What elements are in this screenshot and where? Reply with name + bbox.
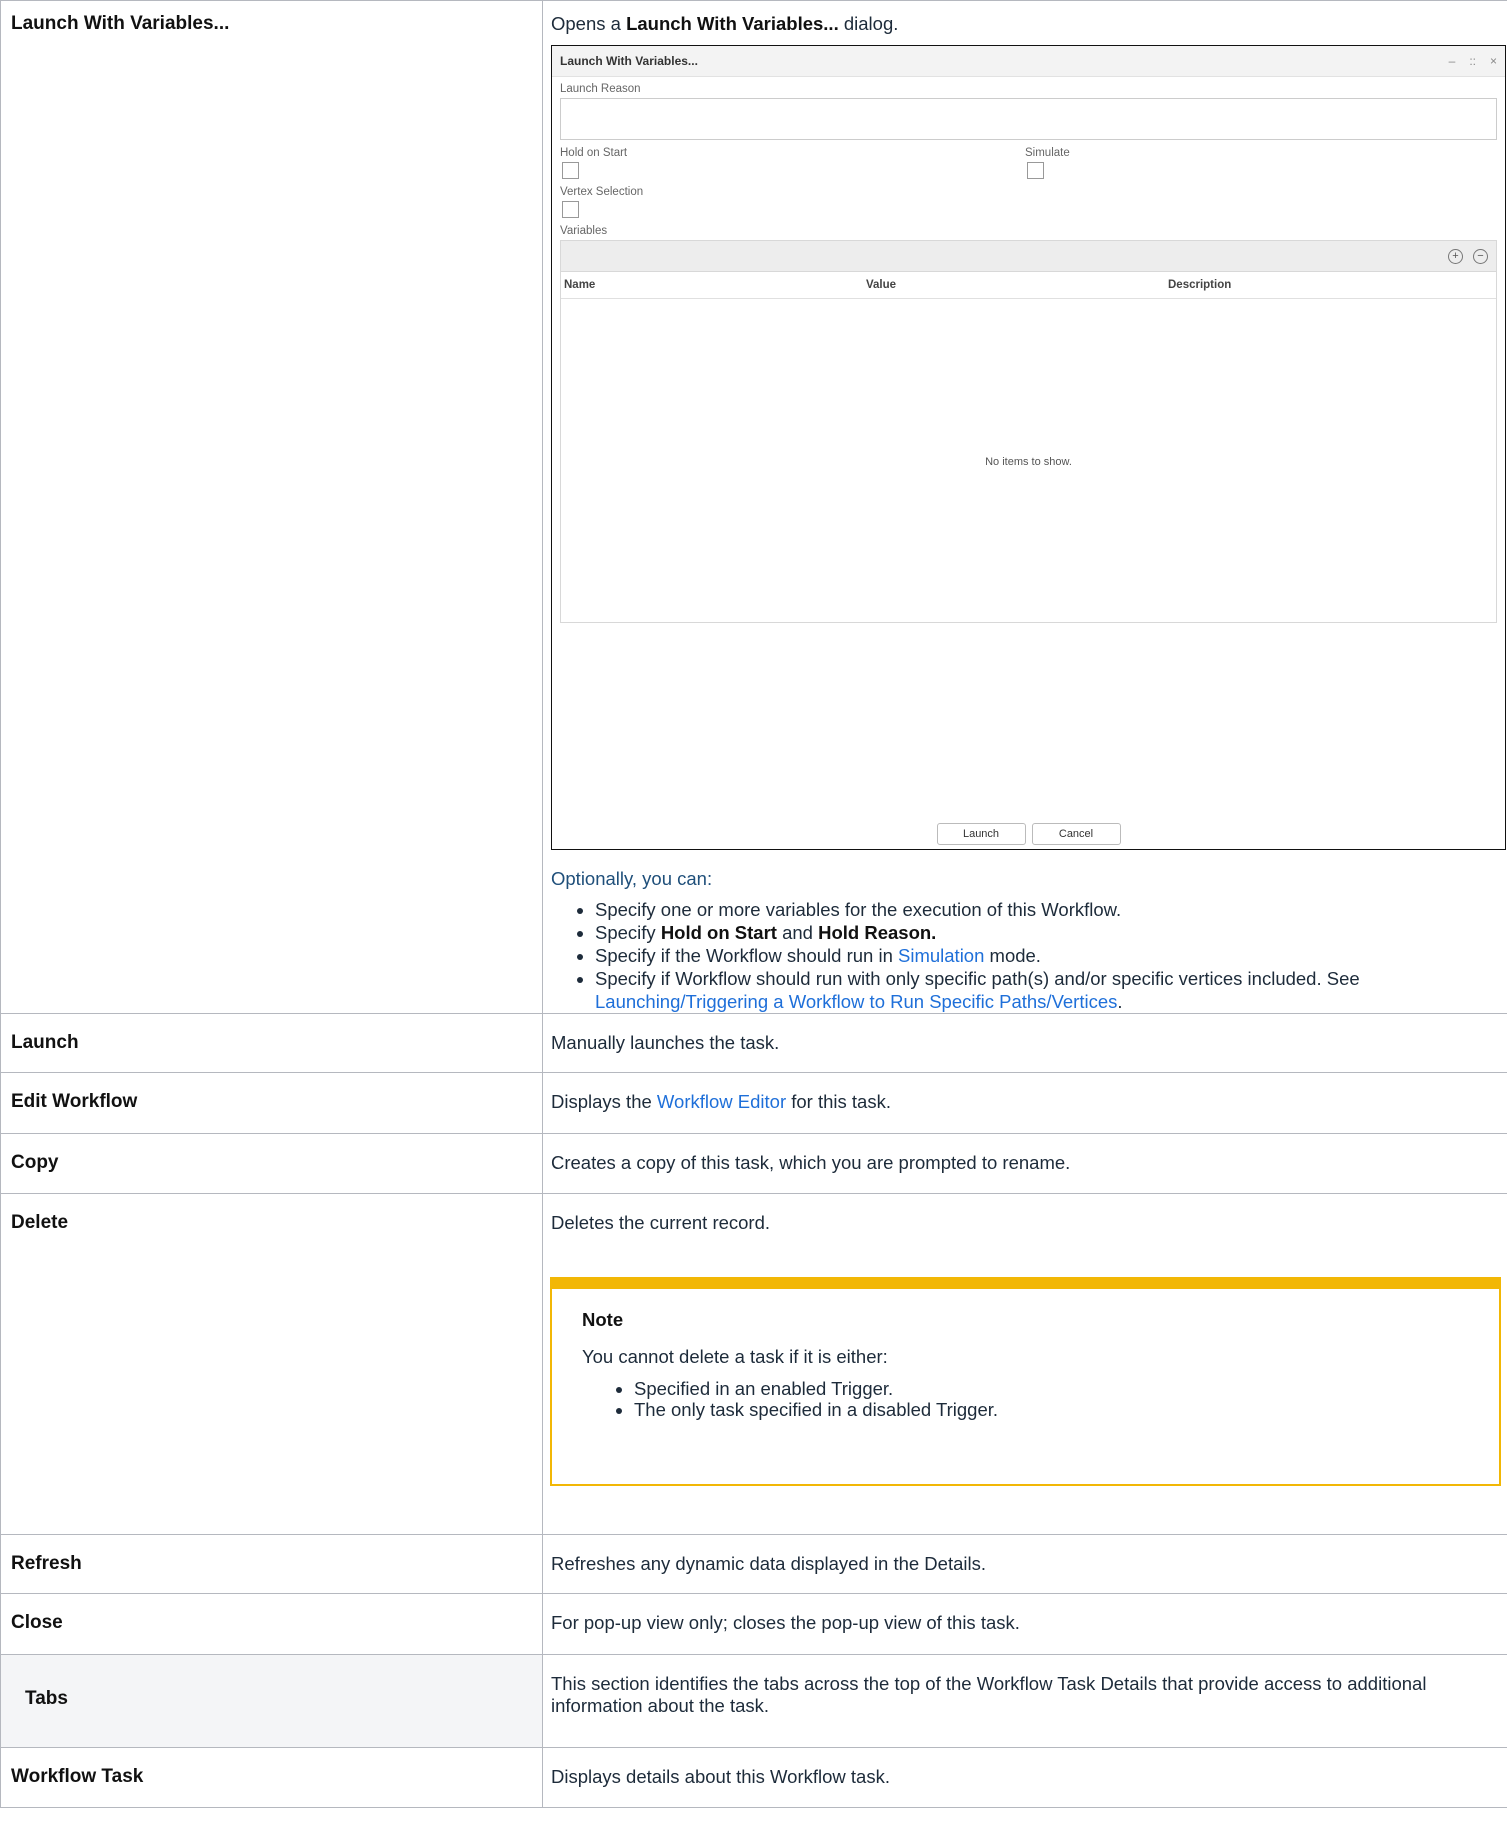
close-icon[interactable]: × bbox=[1490, 54, 1497, 68]
row-description: Displays details about this Workflow tas… bbox=[551, 1766, 890, 1787]
row-description: Opens a Launch With Variables... dialog. bbox=[551, 13, 899, 34]
row-description: For pop-up view only; closes the pop-up … bbox=[551, 1612, 1020, 1633]
column-header-description[interactable]: Description bbox=[1168, 279, 1496, 291]
list-item: Specified in an enabled Trigger. bbox=[634, 1378, 1469, 1399]
hold-on-start-label: Hold on Start bbox=[560, 147, 628, 159]
row-launch-with-variables: Launch With Variables... Opens a Launch … bbox=[0, 0, 1507, 1014]
row-close: Close For pop-up view only; closes the p… bbox=[0, 1593, 1507, 1655]
section-heading: Tabs bbox=[25, 1688, 68, 1709]
note-text: You cannot delete a task if it is either… bbox=[582, 1346, 888, 1367]
row-copy: Copy Creates a copy of this task, which … bbox=[0, 1133, 1507, 1194]
row-tabs-section: Tabs This section identifies the tabs ac… bbox=[0, 1654, 1507, 1748]
row-edit-workflow: Edit Workflow Displays the Workflow Edit… bbox=[0, 1072, 1507, 1134]
list-item: Specify if the Workflow should run in Si… bbox=[595, 944, 1507, 967]
row-label: Delete bbox=[11, 1212, 69, 1233]
simulation-link[interactable]: Simulation bbox=[898, 945, 984, 966]
options-list: Specify one or more variables for the ex… bbox=[543, 898, 1507, 1013]
list-item: Specify if Workflow should run with only… bbox=[595, 967, 1507, 1013]
row-delete: Delete Deletes the current record. Note … bbox=[0, 1193, 1507, 1535]
note-callout: Note You cannot delete a task if it is e… bbox=[550, 1277, 1501, 1486]
launch-with-variables-dialog: Launch With Variables... – :: × Launch R… bbox=[551, 45, 1506, 850]
minus-circle-icon[interactable]: − bbox=[1473, 248, 1488, 264]
column-header-name[interactable]: Name bbox=[564, 279, 866, 291]
cancel-button[interactable]: Cancel bbox=[1031, 823, 1121, 845]
row-description: Refreshes any dynamic data displayed in … bbox=[551, 1553, 986, 1574]
simulate-label: Simulate bbox=[1025, 147, 1070, 159]
vertex-selection-checkbox[interactable] bbox=[562, 201, 579, 218]
hold-on-start-checkbox[interactable] bbox=[562, 162, 579, 179]
details-table: Launch With Variables... Opens a Launch … bbox=[0, 0, 1507, 1808]
row-description: Manually launches the task. bbox=[551, 1032, 780, 1053]
row-label: Launch With Variables... bbox=[11, 13, 230, 34]
row-label: Launch bbox=[11, 1032, 79, 1053]
minimize-icon[interactable]: – bbox=[1449, 54, 1456, 68]
variables-toolbar: + − bbox=[560, 240, 1497, 272]
list-item: Specify Hold on Start and Hold Reason. bbox=[595, 921, 1507, 944]
dialog-footer: Launch Cancel bbox=[552, 823, 1505, 845]
row-refresh: Refresh Refreshes any dynamic data displ… bbox=[0, 1534, 1507, 1594]
variables-grid: Name Value Description No items to show. bbox=[560, 272, 1497, 623]
row-workflow-task: Workflow Task Displays details about thi… bbox=[0, 1747, 1507, 1808]
row-description: Deletes the current record. bbox=[551, 1212, 771, 1233]
note-list: Specified in an enabled Trigger. The onl… bbox=[582, 1378, 1469, 1420]
empty-grid-message: No items to show. bbox=[985, 456, 1072, 468]
vertex-selection-label: Vertex Selection bbox=[560, 186, 644, 198]
launch-reason-label: Launch Reason bbox=[560, 83, 641, 95]
launch-button[interactable]: Launch bbox=[936, 823, 1026, 845]
list-item: Specify one or more variables for the ex… bbox=[595, 898, 1507, 921]
workflow-editor-link[interactable]: Workflow Editor bbox=[657, 1091, 786, 1112]
launch-reason-input[interactable] bbox=[560, 98, 1497, 140]
row-description: Displays the Workflow Editor for this ta… bbox=[551, 1091, 891, 1112]
plus-circle-icon[interactable]: + bbox=[1448, 248, 1463, 264]
row-description: This section identifies the tabs across … bbox=[551, 1673, 1427, 1716]
simulate-checkbox[interactable] bbox=[1027, 162, 1044, 179]
note-title: Note bbox=[582, 1309, 624, 1330]
row-label: Refresh bbox=[11, 1553, 82, 1574]
dialog-titlebar: Launch With Variables... – :: × bbox=[552, 46, 1505, 77]
column-header-value[interactable]: Value bbox=[866, 279, 1168, 291]
maximize-icon[interactable]: :: bbox=[1469, 54, 1476, 68]
row-label: Edit Workflow bbox=[11, 1091, 138, 1112]
grid-header: Name Value Description bbox=[561, 272, 1496, 299]
specific-paths-link[interactable]: Launching/Triggering a Workflow to Run S… bbox=[595, 991, 1117, 1012]
optionally-intro: Optionally, you can: bbox=[551, 868, 713, 889]
row-launch: Launch Manually launches the task. bbox=[0, 1013, 1507, 1073]
row-label: Copy bbox=[11, 1152, 59, 1173]
variables-label: Variables bbox=[560, 225, 608, 237]
dialog-title: Launch With Variables... bbox=[560, 54, 698, 68]
row-description: Creates a copy of this task, which you a… bbox=[551, 1152, 1071, 1173]
list-item: The only task specified in a disabled Tr… bbox=[634, 1399, 1469, 1420]
row-label: Workflow Task bbox=[11, 1766, 144, 1787]
row-label: Close bbox=[11, 1612, 63, 1633]
